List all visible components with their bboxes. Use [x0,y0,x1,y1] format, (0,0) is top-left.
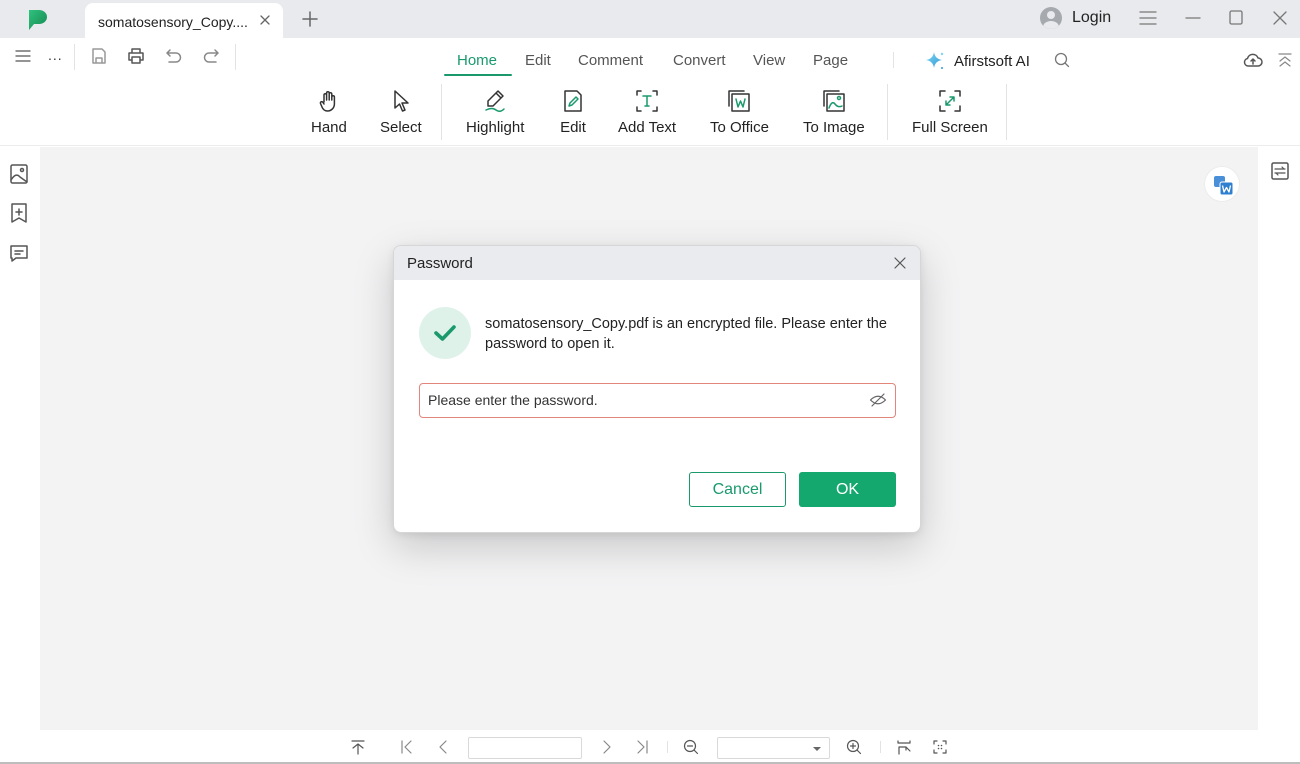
password-field[interactable] [419,383,896,418]
zoom-out-icon[interactable] [683,739,699,755]
password-dialog: Password somatosensory_Copy.pdf is an en… [393,245,921,533]
divider [74,44,75,70]
zoom-in-icon[interactable] [846,739,862,755]
page-number-input[interactable] [468,737,582,759]
properties-panel-icon[interactable] [1270,161,1290,181]
dialog-message: somatosensory_Copy.pdf is an encrypted f… [485,316,887,352]
menu-bar: ... Home Edit Comment Convert View Page [0,38,1300,78]
add-text-icon [636,90,658,112]
comment-icon[interactable] [8,242,30,264]
dialog-header: Password [394,246,920,280]
title-bar: somatosensory_Copy.... Login [0,0,1300,39]
select-tool-label: Select [380,119,422,136]
redo-icon[interactable] [201,46,221,66]
app-menu-icon[interactable] [1137,7,1159,29]
hand-icon [319,91,336,112]
left-sidebar [0,147,40,730]
previous-page-icon[interactable] [435,739,451,755]
divider [893,52,894,68]
print-icon[interactable] [126,46,146,66]
to-image-label: To Image [803,119,865,136]
tab-comment[interactable]: Comment [578,52,643,69]
add-text-tool-label: Add Text [618,119,677,136]
edit-tool-label: Edit [560,119,586,136]
close-window-icon[interactable] [1269,7,1291,29]
to-image-button[interactable]: To Image [803,88,865,136]
cursor-icon [394,90,409,112]
divider [887,84,888,140]
tab-convert[interactable]: Convert [673,52,726,69]
to-office-label: To Office [710,119,769,136]
select-tool-button[interactable]: Select [380,88,422,136]
hand-tool-button[interactable]: Hand [311,88,347,136]
status-indicator [419,307,471,359]
highlight-tool-label: Highlight [466,119,525,136]
divider [1006,84,1007,140]
word-convert-icon [728,90,751,112]
bookmark-icon[interactable] [8,202,30,224]
scroll-to-top-icon[interactable] [350,739,366,755]
full-screen-button[interactable]: Full Screen [912,88,988,136]
ai-assistant-label: Afirstsoft AI [954,52,1030,70]
new-tab-icon[interactable] [300,9,320,29]
tab-view[interactable]: View [753,52,785,69]
save-icon[interactable] [89,46,109,66]
close-dialog-icon[interactable] [893,256,907,270]
checkmark-icon [434,325,456,341]
edit-document-icon [564,90,582,112]
avatar-icon [1040,7,1062,29]
app-logo-icon [29,10,47,30]
hand-tool-label: Hand [311,119,347,136]
image-convert-icon [823,90,845,112]
undo-icon[interactable] [164,46,184,66]
divider [880,741,881,753]
maximize-icon[interactable] [1225,7,1247,29]
cloud-upload-icon[interactable] [1242,51,1264,69]
ok-button[interactable]: OK [799,472,896,507]
fullscreen-icon [939,90,961,112]
zoom-level-select[interactable] [717,737,830,759]
next-page-icon[interactable] [599,739,615,755]
to-office-button[interactable]: To Office [710,88,769,136]
highlighter-icon [485,90,505,113]
right-sidebar [1258,147,1300,730]
last-page-icon[interactable] [634,739,650,755]
tab-edit[interactable]: Edit [525,52,551,69]
ai-assistant-button[interactable]: Afirstsoft AI [924,50,1030,72]
sparkle-icon [926,52,944,69]
fit-width-icon[interactable] [896,739,912,755]
translate-icon [1214,176,1234,196]
fit-page-icon[interactable] [932,739,948,755]
chevron-down-icon [813,747,821,751]
edit-tool-button[interactable]: Edit [560,88,586,136]
collapse-ribbon-icon[interactable] [1276,51,1294,69]
divider [235,44,236,70]
password-input[interactable] [428,384,858,416]
add-text-tool-button[interactable]: Add Text [618,88,676,136]
toolbar-ribbon: Hand Select Highlight Edit Add Text To O… [0,78,1300,146]
highlight-tool-button[interactable]: Highlight [466,88,524,136]
close-tab-icon[interactable] [257,12,273,28]
document-tab[interactable]: somatosensory_Copy.... [85,3,283,39]
cancel-button[interactable]: Cancel [689,472,786,507]
page-navigation-bar [0,730,1300,764]
first-page-icon[interactable] [399,739,415,755]
minimize-icon[interactable] [1182,7,1204,29]
dialog-title: Password [407,255,473,272]
translate-button[interactable] [1204,166,1240,202]
divider [441,84,442,140]
login-button[interactable]: Login [1040,6,1111,30]
login-label: Login [1072,9,1112,26]
sidebar-toggle-icon[interactable] [13,46,33,66]
tab-page[interactable]: Page [813,52,848,69]
hidden-eye-icon[interactable] [869,392,887,408]
more-options-button[interactable]: ... [48,47,63,63]
active-tab-indicator [444,74,512,76]
divider [667,741,668,753]
tab-home[interactable]: Home [457,52,497,69]
search-icon[interactable] [1053,51,1071,69]
thumbnail-icon[interactable] [8,163,30,185]
full-screen-label: Full Screen [912,119,988,136]
document-tab-title: somatosensory_Copy.... [98,14,248,30]
